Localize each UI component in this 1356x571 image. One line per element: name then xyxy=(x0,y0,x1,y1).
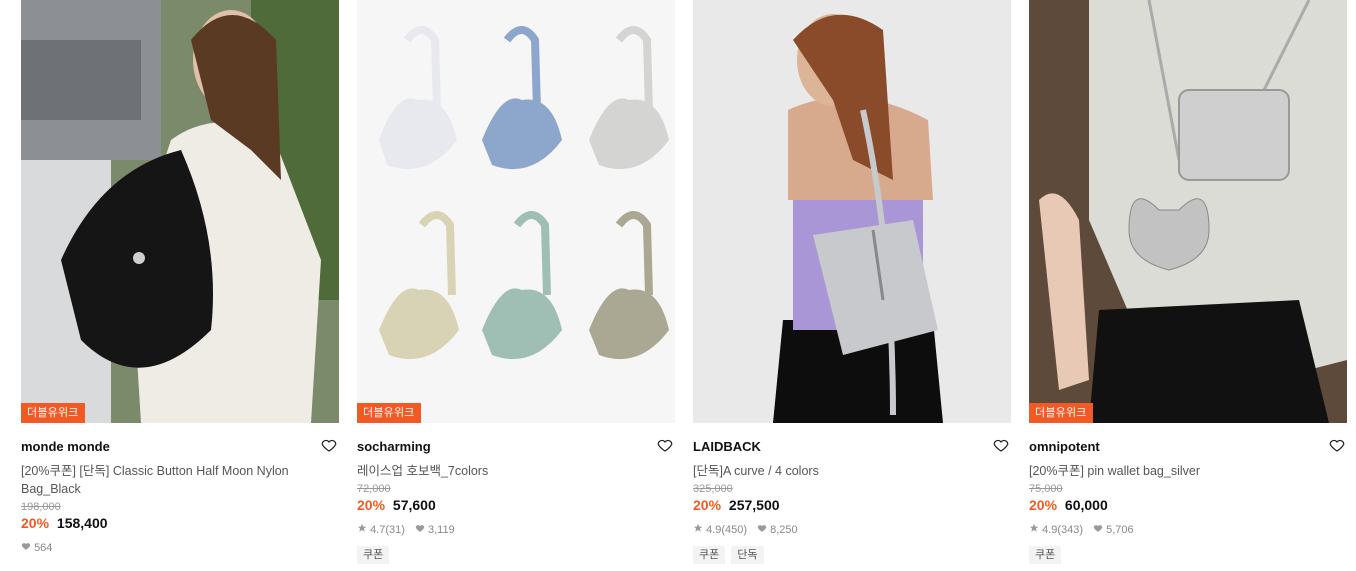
heart-icon xyxy=(415,525,425,532)
likes-count: 3,119 xyxy=(415,523,455,536)
tag-exclusive: 단독 xyxy=(731,546,764,564)
sale-price: 60,000 xyxy=(1064,497,1108,513)
original-price: 75,000 xyxy=(1029,483,1063,495)
tag-list: 쿠폰 xyxy=(357,546,675,564)
heart-outline-icon[interactable] xyxy=(1328,436,1346,454)
rating-value: 4.9 xyxy=(1042,524,1058,536)
product-title[interactable]: [단독]A curve / 4 colors xyxy=(693,462,983,480)
likes-value: 5,706 xyxy=(1106,524,1134,536)
sale-price: 158,400 xyxy=(56,515,108,531)
product-meta: 4.7(31) 3,119 xyxy=(357,523,675,536)
rating: 4.7(31) xyxy=(357,523,405,536)
brand-name[interactable]: omnipotent xyxy=(1029,439,1100,454)
product-meta: 4.9(343) 5,706 xyxy=(1029,523,1347,536)
price-row: 20% 257,500 xyxy=(693,497,1011,513)
tag-coupon: 쿠폰 xyxy=(357,546,390,564)
price-row: 20% 57,600 xyxy=(357,497,675,513)
promo-badge: 더블유위크 xyxy=(1029,403,1093,423)
likes-value: 3,119 xyxy=(427,524,455,536)
star-icon xyxy=(1029,523,1039,532)
sale-price: 257,500 xyxy=(728,497,780,513)
original-price: 198,000 xyxy=(21,501,61,513)
discount-rate: 20% xyxy=(357,497,386,513)
heart-outline-icon[interactable] xyxy=(992,436,1010,454)
likes-count: 564 xyxy=(21,541,52,554)
review-count: (450) xyxy=(721,524,748,536)
likes-value: 8,250 xyxy=(770,524,798,536)
product-card[interactable]: 더블유위크 monde monde [20%쿠폰] [단독] Classic B… xyxy=(21,0,339,554)
likes-count: 8,250 xyxy=(757,523,798,536)
product-image[interactable]: 더블유위크 xyxy=(1029,0,1347,423)
brand-name[interactable]: socharming xyxy=(357,439,431,454)
rating: 4.9(343) xyxy=(1029,523,1083,536)
heart-outline-icon[interactable] xyxy=(320,436,338,454)
sale-price: 57,600 xyxy=(392,497,436,513)
discount-rate: 20% xyxy=(693,497,722,513)
likes-value: 564 xyxy=(34,542,53,554)
original-price: 325,000 xyxy=(693,483,733,495)
heart-icon xyxy=(21,543,31,550)
rating-value: 4.9 xyxy=(706,524,722,536)
promo-badge: 더블유위크 xyxy=(21,403,85,423)
price-row: 20% 158,400 xyxy=(21,515,339,531)
review-count: (343) xyxy=(1057,524,1084,536)
product-meta: 4.9(450) 8,250 xyxy=(693,523,1011,536)
brand-name[interactable]: monde monde xyxy=(21,439,110,454)
likes-count: 5,706 xyxy=(1093,523,1134,536)
product-photo-model-black-bag xyxy=(21,0,339,423)
review-count: (31) xyxy=(385,524,405,536)
product-photo-silver-wallet-bag xyxy=(1029,0,1347,423)
product-card[interactable]: 더블유위크 socharming 레이스업 호보백_7colors 72,000… xyxy=(357,0,675,564)
heart-icon xyxy=(1093,525,1103,532)
product-meta: 564 xyxy=(21,541,339,554)
heart-outline-icon[interactable] xyxy=(656,436,674,454)
tag-list: 쿠폰 xyxy=(1029,546,1347,564)
promo-badge: 더블유위크 xyxy=(357,403,421,423)
product-title[interactable]: [20%쿠폰] pin wallet bag_silver xyxy=(1029,462,1319,480)
product-image[interactable] xyxy=(693,0,1011,423)
discount-rate: 20% xyxy=(21,515,50,531)
product-title[interactable]: 레이스업 호보백_7colors xyxy=(357,462,647,480)
discount-rate: 20% xyxy=(1029,497,1058,513)
star-icon xyxy=(357,523,367,532)
price-row: 20% 60,000 xyxy=(1029,497,1347,513)
rating-value: 4.7 xyxy=(370,524,386,536)
tag-list: 쿠폰 단독 xyxy=(693,546,1011,564)
rating: 4.9(450) xyxy=(693,523,747,536)
product-title[interactable]: [20%쿠폰] [단독] Classic Button Half Moon Ny… xyxy=(21,462,311,498)
original-price: 72,000 xyxy=(357,483,391,495)
product-grid: 더블유위크 monde monde [20%쿠폰] [단독] Classic B… xyxy=(0,0,1356,571)
brand-name[interactable]: LAIDBACK xyxy=(693,439,761,454)
product-photo-hobo-bags xyxy=(357,0,675,423)
product-photo-model-silver-backpack xyxy=(693,0,1011,423)
tag-coupon: 쿠폰 xyxy=(693,546,726,564)
heart-icon xyxy=(757,525,767,532)
star-icon xyxy=(693,523,703,532)
product-image[interactable]: 더블유위크 xyxy=(357,0,675,423)
product-image[interactable]: 더블유위크 xyxy=(21,0,339,423)
product-card[interactable]: 더블유위크 omnipotent [20%쿠폰] pin wallet bag_… xyxy=(1029,0,1347,564)
product-card[interactable]: LAIDBACK [단독]A curve / 4 colors 325,000 … xyxy=(693,0,1011,564)
tag-coupon: 쿠폰 xyxy=(1029,546,1062,564)
